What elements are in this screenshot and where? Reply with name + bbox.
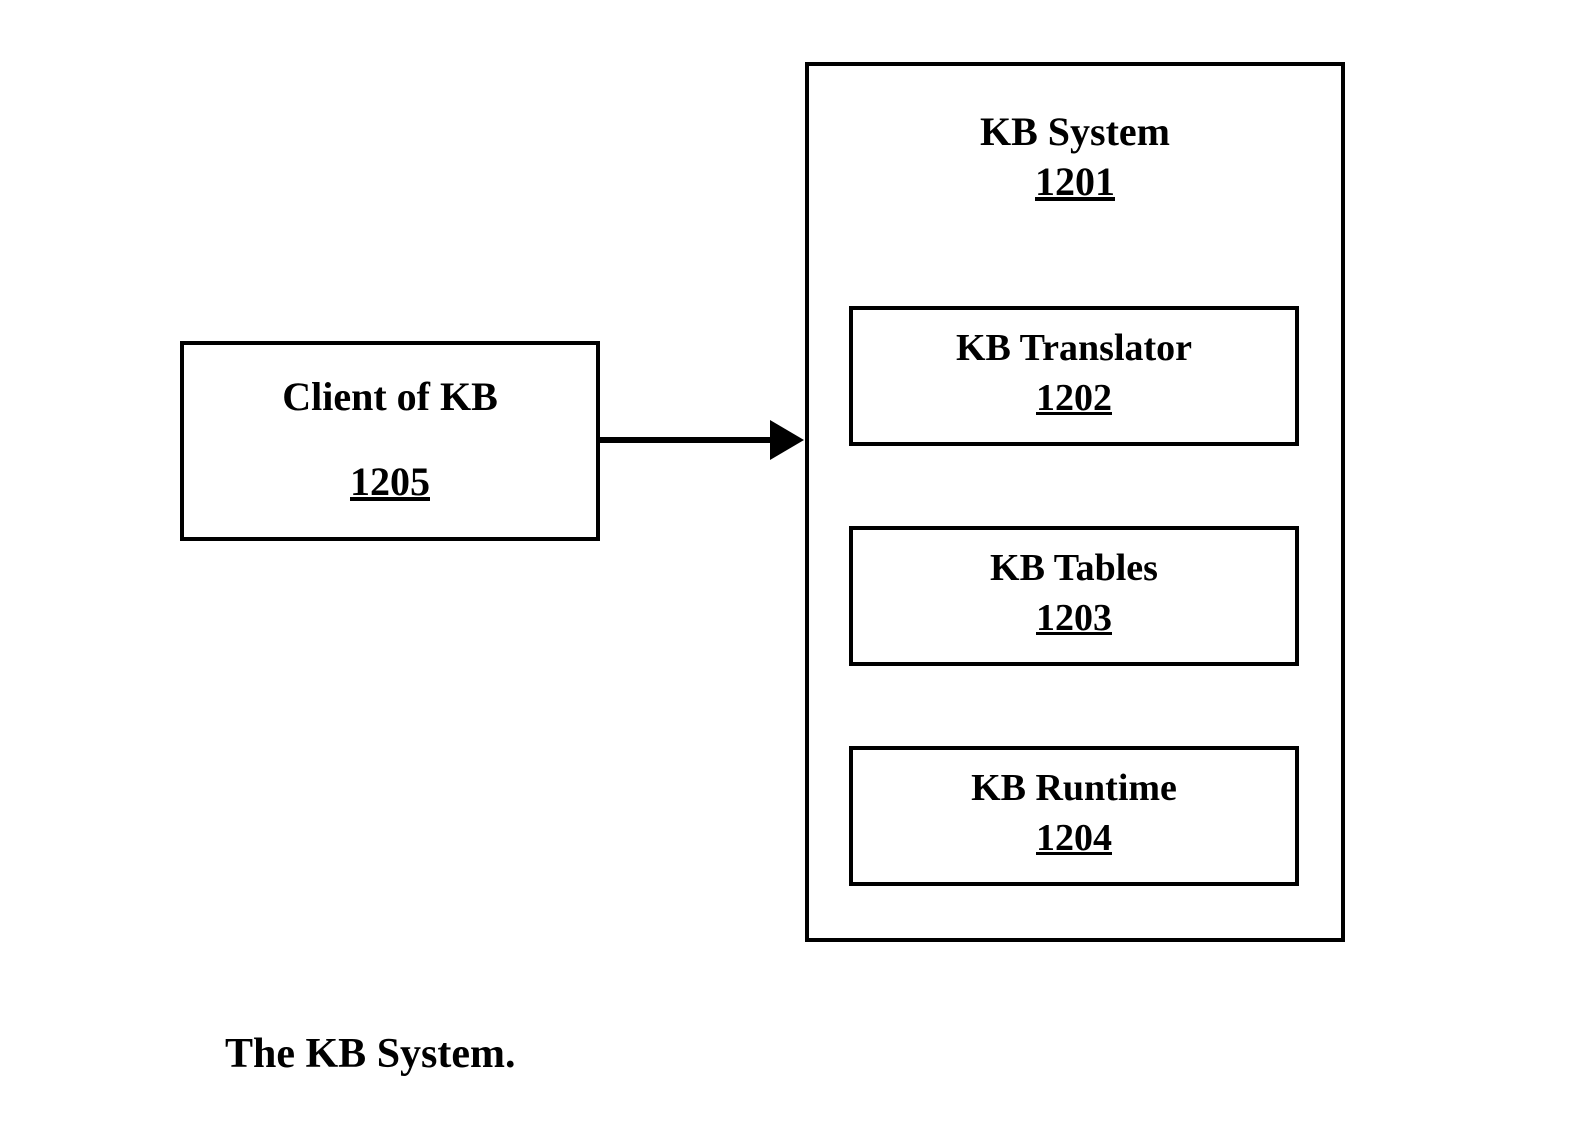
kb-system-title: KB System	[809, 108, 1341, 155]
kb-runtime-ref: 1204	[853, 816, 1295, 860]
diagram-canvas: Client of KB 1205 KB System 1201 KB Tran…	[0, 0, 1574, 1123]
client-box: Client of KB 1205	[180, 341, 600, 541]
figure-caption: The KB System.	[225, 1030, 516, 1078]
kb-system-ref: 1201	[809, 158, 1341, 205]
kb-runtime-box: KB Runtime 1204	[849, 746, 1299, 886]
kb-translator-ref: 1202	[853, 376, 1295, 420]
kb-translator-label: KB Translator	[853, 326, 1295, 370]
kb-tables-ref: 1203	[853, 596, 1295, 640]
kb-system-box: KB System 1201 KB Translator 1202 KB Tab…	[805, 62, 1345, 942]
client-title: Client of KB	[184, 373, 596, 420]
arrow-head-icon	[770, 420, 804, 460]
kb-tables-label: KB Tables	[853, 546, 1295, 590]
client-ref: 1205	[184, 458, 596, 505]
kb-tables-box: KB Tables 1203	[849, 526, 1299, 666]
kb-runtime-label: KB Runtime	[853, 766, 1295, 810]
kb-translator-box: KB Translator 1202	[849, 306, 1299, 446]
arrow-line	[600, 437, 775, 443]
